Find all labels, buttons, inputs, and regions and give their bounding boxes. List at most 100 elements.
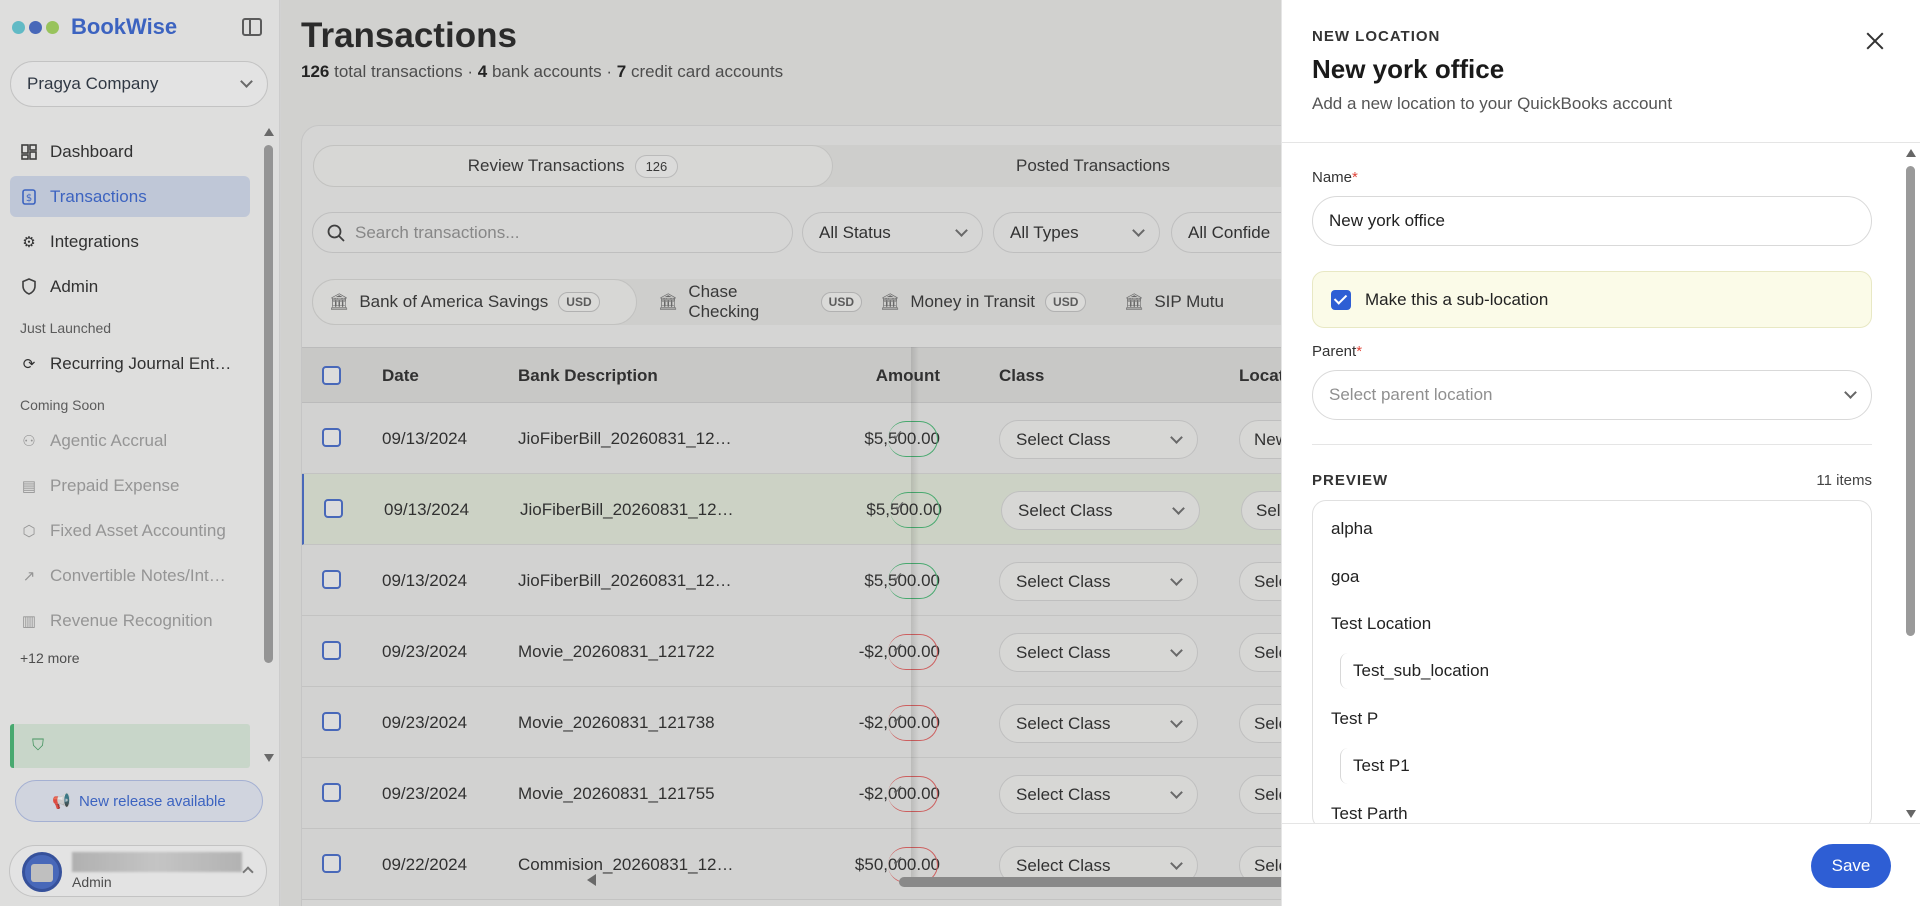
megaphone-icon: 📢 (52, 793, 71, 810)
row-checkbox[interactable] (322, 641, 341, 660)
check-icon: ✓ (894, 498, 906, 514)
parent-location-select[interactable]: Select parent location (1312, 370, 1872, 420)
sidebar-item-label: Transactions (50, 186, 147, 206)
sidebar-scrollbar[interactable] (264, 145, 273, 663)
table-row[interactable]: 09/13/2024 JioFiberBill_20260831_12… $5,50… (302, 403, 1281, 474)
section-divider (1312, 444, 1872, 445)
sidebar-item-admin[interactable]: Admin (10, 266, 250, 307)
confidence-filter[interactable]: All Confide (1171, 212, 1281, 253)
row-checkbox[interactable] (324, 499, 343, 518)
drawer-subtitle: Add a new location to your QuickBooks ac… (1312, 94, 1673, 113)
row-checkbox[interactable] (322, 570, 341, 589)
check-icon: ✓ (892, 640, 904, 656)
avatar (22, 852, 62, 892)
table-row[interactable]: 09/13/2024 JioFiberBill_20260831_12… $5,50… (302, 545, 1281, 616)
search-input[interactable]: Search transactions... (312, 212, 793, 253)
scroll-left-icon[interactable] (587, 874, 596, 886)
class-select[interactable]: Select Class (999, 562, 1198, 601)
shield-icon (20, 278, 38, 296)
column-location[interactable]: Locatio (1239, 366, 1281, 386)
account-tab-money-in-transit[interactable]: 🏛 Money in Transit USD (864, 279, 1104, 325)
main-content: Transactions 126 total transactions · 4 … (281, 0, 1281, 906)
table-horizontal-scrollbar[interactable] (899, 877, 1281, 887)
table-row[interactable]: 09/13/2024 JioFiberBill_20260831_12… $5,50… (302, 474, 1281, 545)
class-select[interactable]: Select Class (999, 420, 1198, 459)
scroll-up-icon[interactable] (264, 128, 274, 136)
class-select[interactable]: Select Class (999, 633, 1198, 672)
sync-status-banner: ⛉ (10, 724, 250, 768)
tab-posted-transactions[interactable]: Posted Transactions (833, 145, 1281, 187)
select-all-checkbox[interactable] (322, 366, 341, 385)
type-filter[interactable]: All Types (993, 212, 1160, 253)
brand[interactable]: BookWise (12, 14, 177, 40)
row-date: 09/23/2024 (382, 642, 468, 661)
preview-item: Test P (1331, 709, 1379, 728)
sidebar-item-agentic-accrual[interactable]: ⚇ Agentic Accrual (10, 420, 250, 461)
table-row[interactable]: 09/23/2024 Movie_20260831_121755 -$2,000.0… (302, 758, 1281, 829)
sidebar-item-prepaid-expense[interactable]: ▤ Prepaid Expense (10, 465, 250, 506)
column-class[interactable]: Class (999, 366, 1044, 386)
box-icon: ⬡ (22, 522, 36, 540)
close-icon[interactable] (1864, 30, 1886, 52)
status-filter[interactable]: All Status (802, 212, 983, 253)
more-items-link[interactable]: +12 more (10, 645, 250, 671)
company-selector[interactable]: Pragya Company (10, 61, 268, 107)
name-field[interactable]: New york office (1312, 196, 1872, 246)
class-select[interactable]: Select Class (999, 704, 1198, 743)
sidebar-item-transactions[interactable]: $ Transactions (10, 176, 250, 217)
row-checkbox[interactable] (322, 854, 341, 873)
row-checkbox[interactable] (322, 428, 341, 447)
account-tab-boa-savings[interactable]: 🏛 Bank of America Savings USD (312, 279, 637, 325)
tab-review-transactions[interactable]: Review Transactions 126 (313, 145, 833, 187)
table-row[interactable]: 09/23/2024 Movie_20260831_121722 -$2,000.0… (302, 616, 1281, 687)
sub-location-checkbox[interactable] (1331, 289, 1351, 310)
sidebar-item-label: Prepaid Expense (50, 475, 180, 495)
location-select[interactable]: Select (1239, 704, 1281, 743)
currency-badge: USD (1045, 292, 1087, 312)
location-select[interactable]: Select (1239, 633, 1281, 672)
location-select[interactable]: Select (1239, 775, 1281, 814)
account-tab-chase-checking[interactable]: 🏛 Chase Checking USD (642, 279, 862, 325)
frozen-column-shadow (911, 347, 919, 877)
preview-count: 11 items (1816, 472, 1872, 489)
sidebar-item-recurring-journal[interactable]: ⟳ Recurring Journal Ent… (10, 343, 250, 384)
sidebar-item-fixed-asset[interactable]: ⬡ Fixed Asset Accounting (10, 510, 250, 551)
new-release-button[interactable]: 📢 New release available (15, 780, 263, 822)
column-amount[interactable]: Amount (840, 366, 940, 386)
table-row[interactable]: 09/22/2024 Commision_20260831_12… $50,000.… (302, 829, 1281, 900)
sidebar-item-integrations[interactable]: ⚙ Integrations (10, 221, 250, 262)
save-button[interactable]: Save (1811, 844, 1891, 888)
row-checkbox[interactable] (322, 712, 341, 731)
row-checkbox[interactable] (322, 783, 341, 802)
scroll-down-icon[interactable] (1906, 810, 1916, 818)
column-date[interactable]: Date (382, 366, 419, 386)
calendar-icon: ▤ (21, 477, 37, 495)
sidebar-item-convertible-notes[interactable]: ↗ Convertible Notes/Int… (10, 555, 250, 596)
drawer-scrollbar[interactable] (1906, 166, 1915, 636)
sidebar-item-label: Agentic Accrual (50, 430, 168, 450)
row-description: Movie_20260831_121755 (518, 784, 715, 803)
user-menu[interactable]: Admin (9, 845, 267, 897)
sidebar-toggle-icon[interactable] (242, 18, 262, 36)
table-row[interactable]: 09/23/2024 Movie_20260831_121738 -$2,000.0… (302, 687, 1281, 758)
class-select[interactable]: Select Class (1001, 491, 1200, 530)
chevron-down-icon (1170, 643, 1183, 657)
column-description[interactable]: Bank Description (518, 366, 658, 386)
row-date: 09/23/2024 (382, 713, 468, 732)
sub-location-toggle[interactable]: Make this a sub-location (1312, 271, 1872, 328)
drawer-title: New york office (1312, 54, 1505, 84)
sidebar-item-revenue-recognition[interactable]: ▥ Revenue Recognition (10, 600, 250, 641)
sidebar-item-label: Dashboard (50, 141, 134, 161)
location-select[interactable]: Select (1239, 562, 1281, 601)
sidebar-item-dashboard[interactable]: Dashboard (10, 131, 250, 172)
account-tab-sip[interactable]: 🏛 SIP Mutu (1108, 279, 1268, 325)
class-select[interactable]: Select Class (999, 775, 1198, 814)
sidebar-item-label: Fixed Asset Accounting (50, 520, 226, 540)
scroll-down-icon[interactable] (264, 754, 274, 762)
location-select[interactable]: Select (1241, 491, 1281, 530)
scroll-up-icon[interactable] (1906, 149, 1916, 157)
location-select[interactable]: New y (1239, 420, 1281, 459)
preview-list[interactable]: alpha goa Test Location Test_sub_locatio… (1312, 500, 1872, 830)
just-launched-heading: Just Launched (20, 320, 112, 336)
preview-heading: PREVIEW (1312, 472, 1389, 489)
